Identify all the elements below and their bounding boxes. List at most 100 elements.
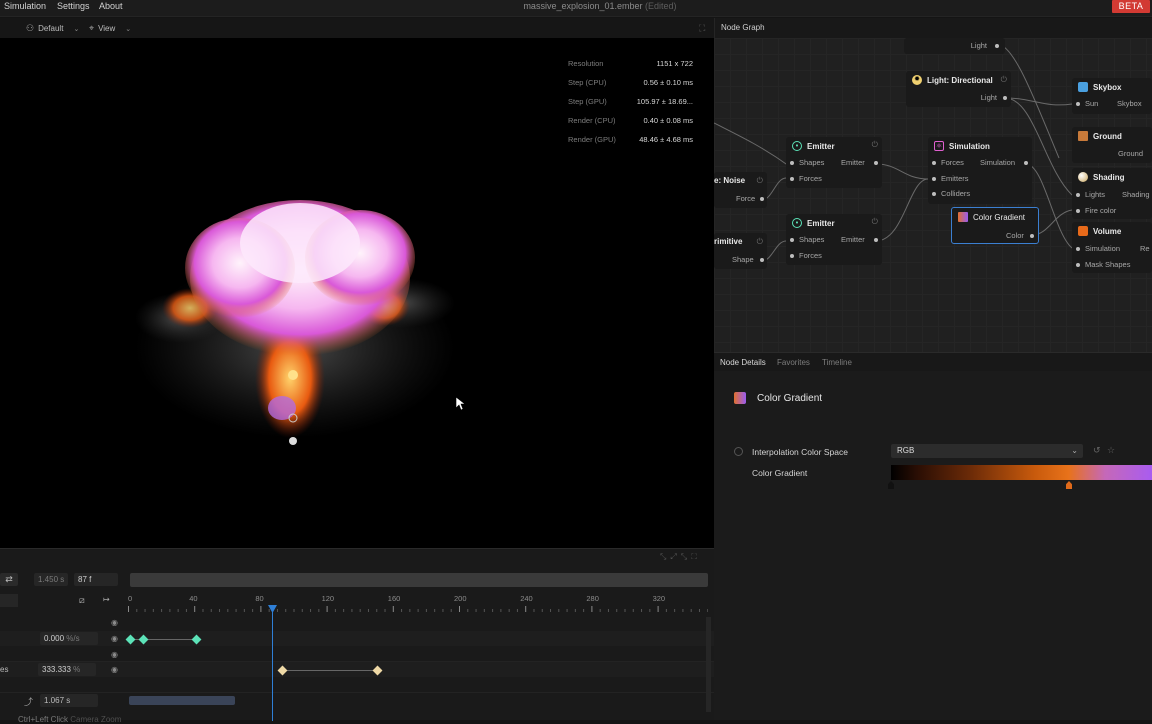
stat-value: 1151 x 722	[656, 59, 693, 68]
node-graph-canvas[interactable]: Light ✹ Light: Directional ⏻ Light Skybo…	[714, 38, 1152, 352]
interpolation-color-space-select[interactable]: RGB ⌄	[891, 444, 1083, 458]
port-dot[interactable]	[1030, 234, 1034, 238]
ruler-label: 240	[520, 594, 533, 603]
port-dot[interactable]	[760, 258, 764, 262]
port-dot[interactable]	[790, 177, 794, 181]
time-field[interactable]: 1.450 s	[34, 573, 68, 586]
layout-dropdown[interactable]: ⚇ Default ⌄	[26, 23, 79, 34]
follow-icon[interactable]: ↦	[103, 595, 110, 604]
eye-icon[interactable]: ◉	[111, 665, 118, 674]
timeline-view-icons[interactable]: ⤡⤢⤡⛶	[660, 552, 701, 562]
tab-favorites[interactable]: Favorites	[777, 358, 810, 367]
view-dropdown[interactable]: ⌖ View ⌄	[89, 23, 131, 34]
gradient-stop-handle[interactable]	[888, 481, 894, 489]
gradient-icon	[958, 212, 968, 222]
render-viewport[interactable]: Resolution 1151 x 722 Step (CPU) 0.56 ± 0.1…	[0, 38, 714, 548]
snap-icon[interactable]: ⧄	[79, 595, 85, 606]
track1-value-field[interactable]: 0.000 %/s	[40, 632, 98, 645]
gradient-stop-handle[interactable]	[1066, 481, 1072, 489]
stat-label: Step (CPU)	[568, 78, 607, 87]
stat-label: Step (GPU)	[568, 97, 607, 106]
port-dot[interactable]	[995, 44, 999, 48]
sun-icon: ✹	[912, 75, 922, 85]
port-out-re: Re	[1140, 244, 1150, 253]
power-icon[interactable]: ⏻	[1001, 75, 1007, 85]
duration-field[interactable]: 1.067 s	[40, 694, 98, 707]
port-out-ground: Ground	[1118, 149, 1144, 158]
timeline-scrollbar[interactable]	[130, 573, 708, 587]
simulation-icon: ⚛	[934, 141, 944, 151]
port-dot[interactable]	[932, 192, 936, 196]
node-light[interactable]: Light	[904, 38, 1005, 54]
port-in-emitters: Emitters	[941, 174, 969, 183]
track2-value-field[interactable]: 333.333 %	[38, 663, 96, 676]
ruler-ticks	[128, 606, 708, 612]
stat-value: 0.40 ± 0.08 ms	[643, 116, 693, 125]
port-dot[interactable]	[1003, 96, 1007, 100]
port-in-fire-color: Fire color	[1085, 206, 1117, 215]
power-icon[interactable]: ⏻	[872, 140, 878, 150]
eye-icon[interactable]: ◉	[111, 650, 118, 659]
port-dot[interactable]	[874, 238, 878, 242]
tab-timeline[interactable]: Timeline	[822, 358, 852, 367]
node-skybox[interactable]: Skybox Sun Skybox	[1072, 78, 1152, 114]
node-noise[interactable]: e: Noise ⏻ Force	[714, 172, 767, 208]
port-in-forces: Forces	[799, 174, 822, 183]
viewport-toolbar: ⚇ Default ⌄ ⌖ View ⌄ ⛶	[0, 18, 714, 38]
curve-icon[interactable]: ⤴	[24, 695, 33, 708]
stat-row: Step (GPU) 105.97 ± 18.69...	[568, 97, 693, 106]
maximize-icon[interactable]: ⛶	[699, 23, 705, 34]
track-search[interactable]	[0, 594, 18, 607]
property-favorite-radio[interactable]	[734, 447, 743, 456]
playhead-line[interactable]	[272, 605, 273, 721]
power-icon[interactable]: ⏻	[872, 217, 878, 227]
tab-node-details[interactable]: Node Details	[720, 358, 766, 367]
beta-badge[interactable]: BETA	[1112, 0, 1150, 13]
port-dot[interactable]	[874, 161, 878, 165]
port-out-simulation: Simulation	[980, 158, 1016, 167]
port-out-emitter: Emitter	[841, 158, 865, 167]
color-gradient-editor[interactable]	[891, 465, 1152, 480]
port-dot[interactable]	[1076, 263, 1080, 267]
node-shading[interactable]: Shading Lights Shading Fire color	[1072, 168, 1152, 219]
port-dot[interactable]	[1076, 247, 1080, 251]
frame-field[interactable]: 87 f	[74, 573, 118, 586]
port-dot[interactable]	[1076, 193, 1080, 197]
port-dot[interactable]	[1024, 161, 1028, 165]
port-dot[interactable]	[760, 197, 764, 201]
port-dot[interactable]	[790, 238, 794, 242]
port-dot[interactable]	[1076, 102, 1080, 106]
node-title: Ground	[1093, 131, 1122, 141]
port-in-forces: Forces	[799, 251, 822, 260]
node-simulation[interactable]: ⚛ Simulation Forces Simulation Emitters …	[928, 137, 1032, 204]
port-dot[interactable]	[1076, 209, 1080, 213]
eye-icon[interactable]: ◉	[111, 618, 118, 627]
window-title-status: (Edited)	[645, 1, 677, 11]
reset-icon[interactable]: ↺	[1093, 445, 1101, 456]
power-icon[interactable]: ⏻	[757, 176, 763, 186]
star-icon[interactable]: ☆	[1107, 445, 1115, 456]
port-dot[interactable]	[790, 254, 794, 258]
chevron-down-icon: ⌄	[125, 25, 132, 33]
window-title: massive_explosion_01.ember (Edited)	[0, 1, 1152, 11]
port-dot[interactable]	[932, 177, 936, 181]
node-title: Color Gradient	[973, 212, 1026, 222]
port-dot[interactable]	[790, 161, 794, 165]
eye-icon[interactable]: ◉	[111, 634, 118, 643]
node-color-gradient[interactable]: Color Gradient Color	[951, 207, 1039, 244]
node-primitive[interactable]: rimitive ⏻ Shape	[714, 233, 767, 269]
power-icon[interactable]: ⏻	[757, 237, 763, 247]
ground-icon	[1078, 131, 1088, 141]
node-emitter[interactable]: • Emitter ⏻ Shapes Emitter Forces	[786, 214, 882, 265]
node-title: Emitter	[807, 218, 835, 228]
port-in-simulation: Simulation	[1085, 244, 1121, 253]
track-scrollbar[interactable]	[706, 617, 711, 712]
node-emitter[interactable]: • Emitter ⏻ Shapes Emitter Forces	[786, 137, 882, 188]
node-ground[interactable]: Ground Ground	[1072, 127, 1152, 163]
clip-range-bar[interactable]	[129, 696, 235, 705]
stat-label: Render (CPU)	[568, 116, 616, 125]
port-dot[interactable]	[932, 161, 936, 165]
node-volume[interactable]: Volume Simulation Re Mask Shapes	[1072, 222, 1152, 273]
node-light-directional[interactable]: ✹ Light: Directional ⏻ Light	[906, 71, 1011, 107]
loop-icon[interactable]: ⇄	[0, 573, 18, 586]
